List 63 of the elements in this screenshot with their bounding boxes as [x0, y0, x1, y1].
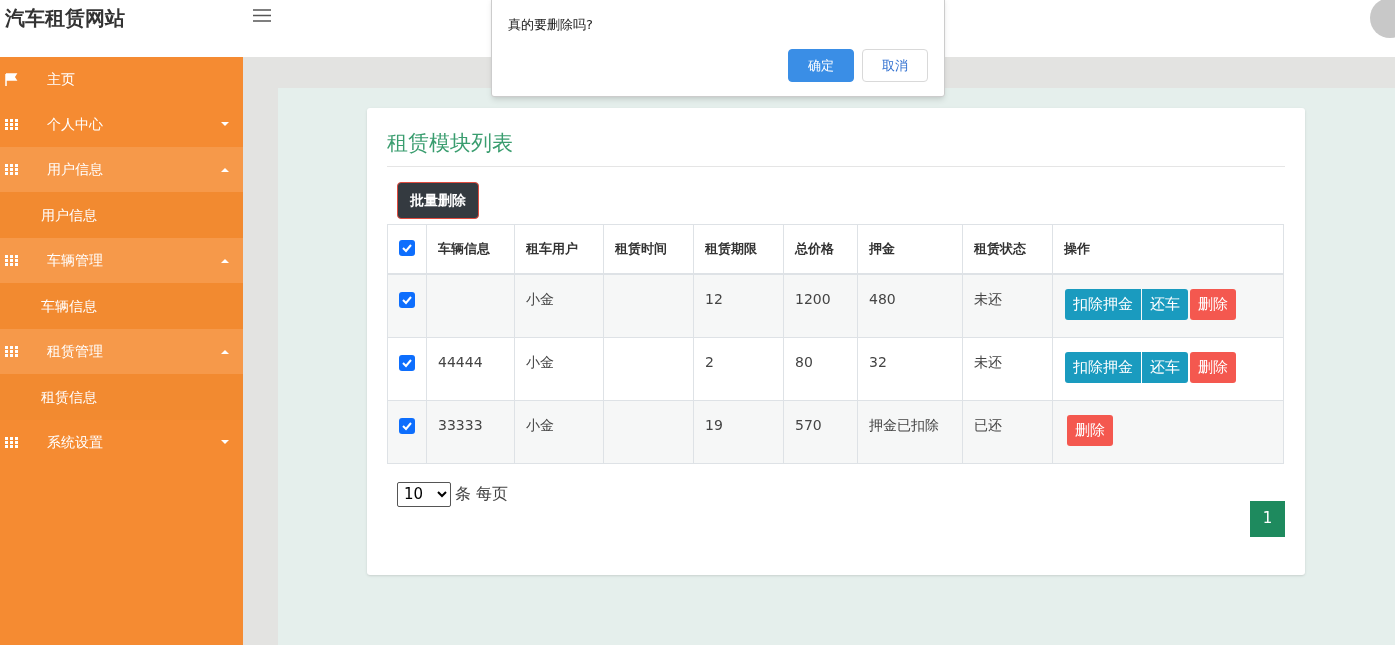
page-size-label: 条 每页	[455, 483, 509, 505]
checkbox[interactable]	[399, 239, 415, 256]
table-cell: 33333	[438, 416, 483, 433]
table-cell: 押金已扣除	[869, 416, 939, 433]
sidebar-item[interactable]: 车辆管理	[0, 238, 243, 283]
table-cell: 小金	[526, 291, 554, 307]
table-cell: 12	[705, 291, 723, 307]
page-button[interactable]: 1	[1250, 500, 1285, 537]
deduct-deposit-button[interactable]: 扣除押金	[1065, 351, 1141, 383]
checkbox[interactable]	[399, 354, 415, 371]
column-header: 租车用户	[526, 241, 578, 256]
caret-icon	[221, 167, 229, 172]
dialog-message: 真的要删除吗?	[508, 16, 593, 34]
grid-icon	[5, 255, 18, 266]
table-cell: 小金	[526, 353, 554, 370]
table-cell: 19	[705, 416, 723, 433]
caret-icon	[221, 349, 229, 354]
column-header: 总价格	[795, 241, 834, 256]
return-car-button[interactable]: 还车	[1142, 289, 1188, 320]
table-cell: 480	[869, 291, 896, 307]
sidebar-item[interactable]: 用户信息	[0, 147, 243, 192]
column-header: 租赁状态	[974, 241, 1026, 256]
menu-icon[interactable]	[253, 9, 271, 22]
flag-icon	[5, 73, 18, 86]
column-header: 租赁期限	[705, 241, 757, 256]
sidebar-item[interactable]: 主页	[0, 57, 243, 102]
column-header: 操作	[1064, 241, 1090, 256]
grid-icon	[5, 437, 18, 448]
return-car-button[interactable]: 还车	[1142, 351, 1188, 383]
delete-button[interactable]: 删除	[1190, 351, 1236, 383]
table-cell: 80	[795, 353, 813, 370]
sidebar-item[interactable]: 个人中心	[0, 102, 243, 147]
column-header: 租赁时间	[615, 241, 667, 256]
table-cell: 已还	[974, 416, 1002, 433]
grid-icon	[5, 119, 18, 130]
checkbox[interactable]	[399, 292, 415, 308]
delete-button[interactable]: 删除	[1190, 289, 1236, 320]
checkbox[interactable]	[399, 417, 415, 434]
table-cell: 未还	[974, 353, 1002, 370]
card-title: 租赁模块列表	[387, 130, 514, 157]
confirm-button[interactable]: 确定	[788, 49, 854, 82]
cancel-button[interactable]: 取消	[862, 49, 928, 82]
table-cell: 小金	[526, 416, 554, 433]
table-cell: 2	[705, 353, 714, 370]
caret-icon	[221, 440, 229, 445]
table-cell: 未还	[974, 291, 1002, 307]
column-header: 车辆信息	[438, 241, 490, 256]
sidebar-item[interactable]: 系统设置	[0, 420, 243, 465]
grid-icon	[5, 346, 18, 357]
table-cell: 44444	[438, 353, 483, 370]
site-title: 汽车租赁网站	[5, 5, 125, 32]
batch-delete-button[interactable]: 批量删除	[397, 181, 479, 219]
caret-icon	[221, 122, 229, 127]
sidebar-item[interactable]: 租赁管理	[0, 329, 243, 374]
grid-icon	[5, 164, 18, 175]
page-size-select[interactable]: 10	[397, 481, 451, 507]
table-cell: 570	[795, 416, 822, 433]
delete-button[interactable]: 删除	[1067, 414, 1113, 446]
deduct-deposit-button[interactable]: 扣除押金	[1065, 289, 1141, 320]
column-header: 押金	[869, 241, 895, 256]
table-cell: 1200	[795, 291, 831, 307]
caret-icon	[221, 258, 229, 263]
table-cell: 32	[869, 353, 887, 370]
